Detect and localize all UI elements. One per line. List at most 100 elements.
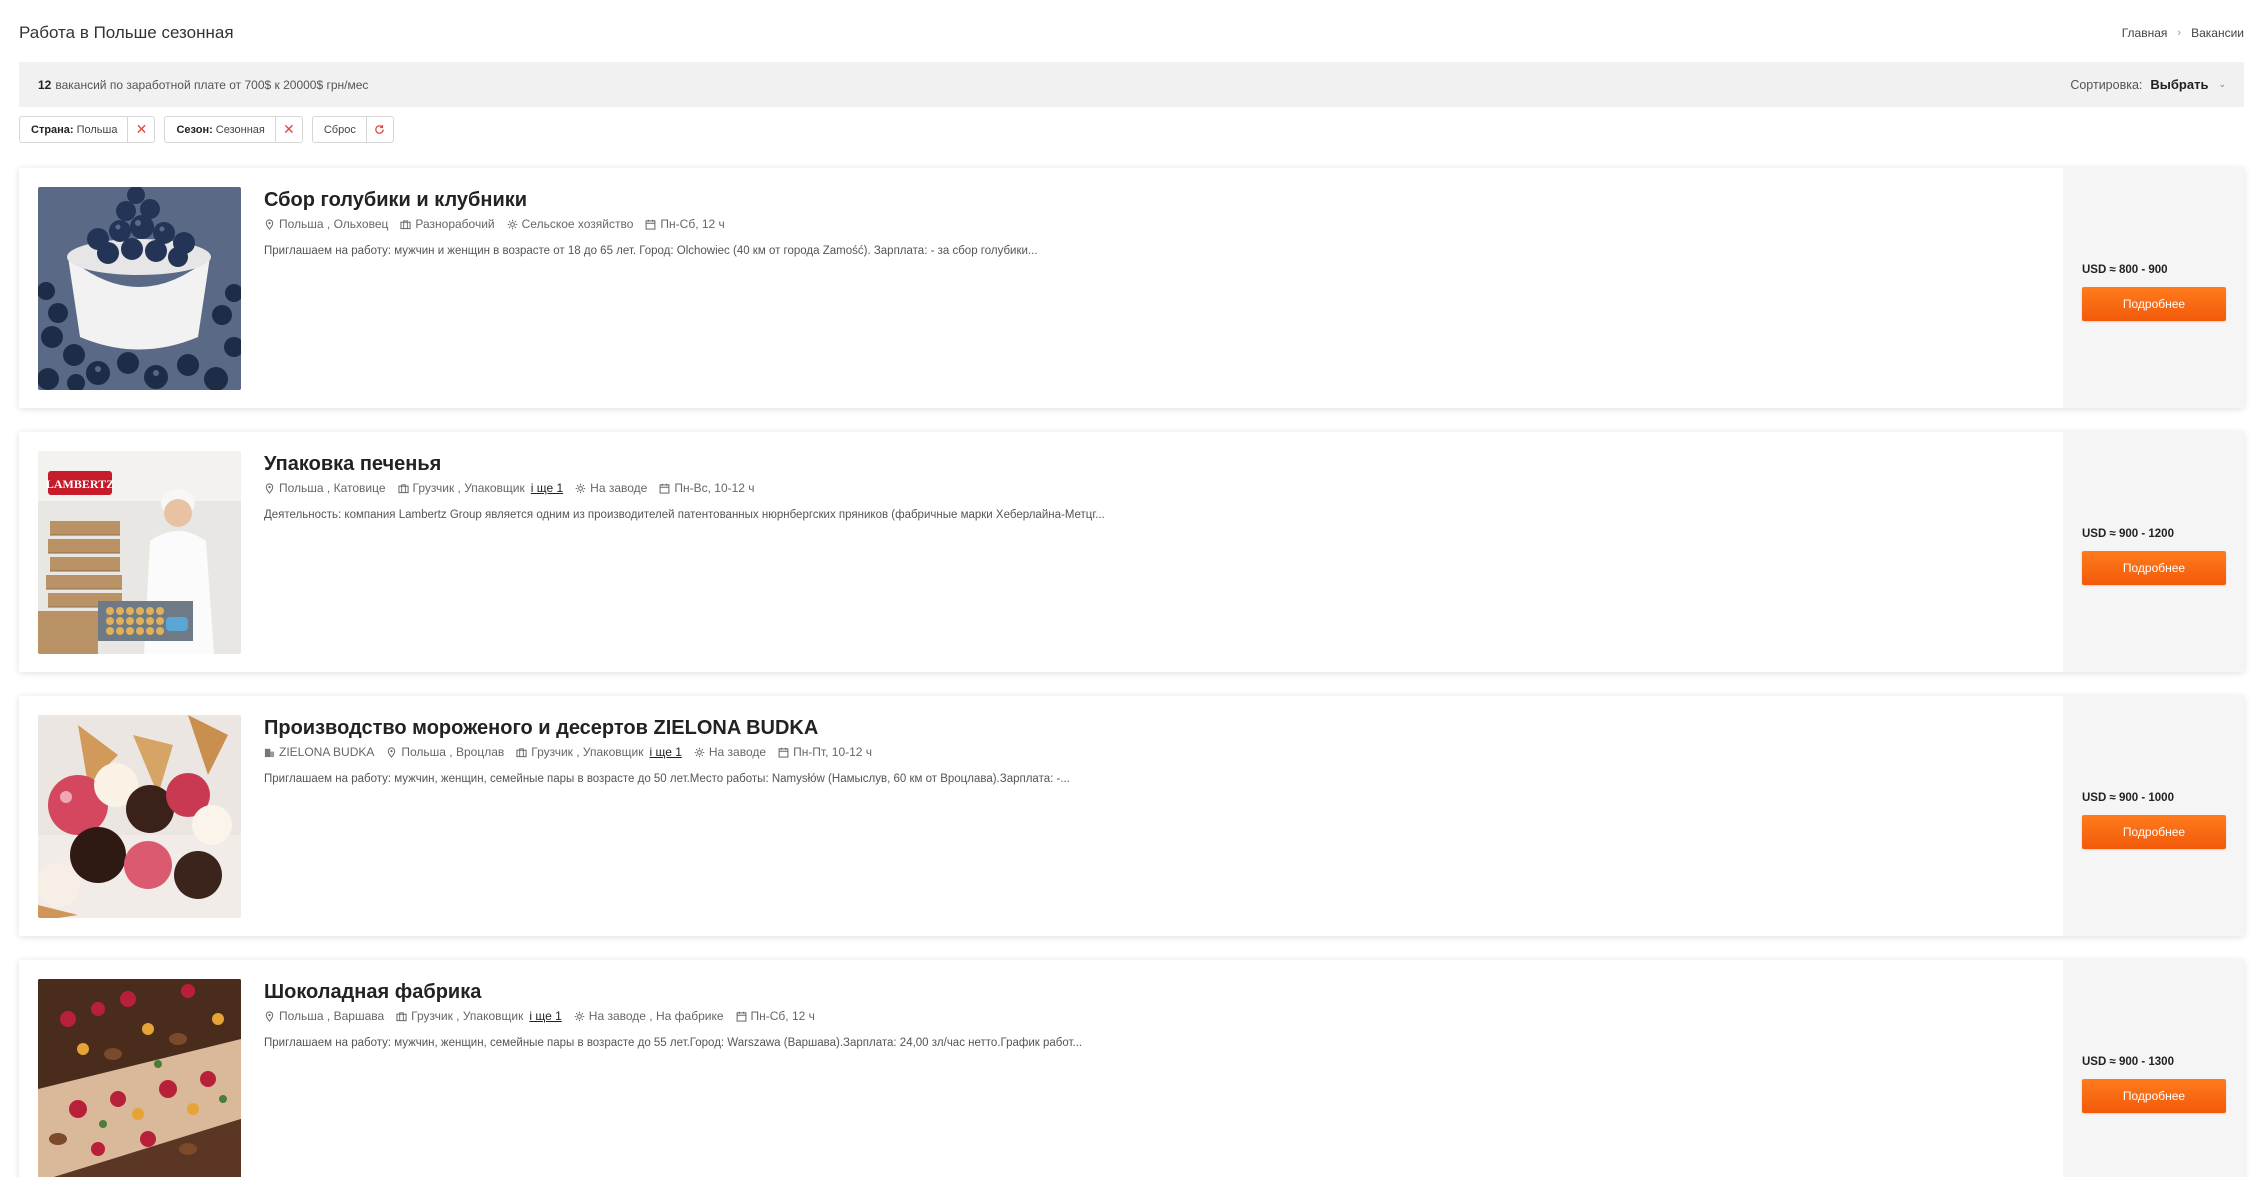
sort-dropdown[interactable]: Сортировка: Выбрать ⌄: [2070, 77, 2226, 92]
location-pin-icon: [388, 746, 396, 758]
vacancy-salary: USD ≈ 900 - 1000: [2082, 791, 2174, 804]
details-button[interactable]: Подробнее: [2082, 550, 2226, 585]
more-professions-link[interactable]: і ще 1: [531, 481, 563, 495]
vacancy-card: Производство мороженого и десертов ZIELO…: [19, 696, 2244, 936]
vacancy-title[interactable]: Производство мороженого и десертов ZIELO…: [264, 716, 1070, 740]
filter-value: Польша: [76, 123, 118, 136]
sort-value[interactable]: Выбрать: [2150, 77, 2208, 92]
topbar: Работа в Польше сезонная Главная › Вакан…: [19, 0, 2244, 62]
results-count: 12: [38, 77, 52, 92]
details-button[interactable]: Подробнее: [2082, 1078, 2226, 1113]
vacancy-profession: Грузчик , Упаковщик і ще 1: [516, 745, 682, 759]
vacancy-profession: Разнорабочий: [400, 217, 495, 231]
results-summary-bar: 12 вакансий по заработной плате от 700$ к…: [19, 62, 2244, 107]
vacancy-card-main: Производство мороженого и десертов ZIELO…: [19, 696, 2063, 936]
vacancy-sector: На заводе , На фабрике: [574, 1009, 724, 1023]
more-professions-link[interactable]: і ще 1: [649, 745, 681, 759]
filter-chip-label: Сезон: Сезонная: [165, 117, 274, 142]
vacancy-meta: ZIELONA BUDKA Польша , Вроцлав Грузчик ,…: [264, 745, 1070, 759]
calendar-icon: [736, 1011, 746, 1022]
blueberries-photo: [38, 187, 241, 390]
vacancy-card-main: Сбор голубики и клубники Польша , Ольхов…: [19, 168, 2063, 408]
vacancy-location: Польша , Катовице: [264, 481, 386, 495]
details-button[interactable]: Подробнее: [2082, 286, 2226, 321]
vacancy-title[interactable]: Упаковка печенья: [264, 452, 1105, 476]
vacancy-profession: Грузчик , Упаковщик і ще 1: [397, 481, 563, 495]
vacancy-title[interactable]: Шоколадная фабрика: [264, 980, 1082, 1004]
vacancy-title[interactable]: Сбор голубики и клубники: [264, 188, 1038, 212]
vacancy-profession: Грузчик , Упаковщик і ще 1: [396, 1009, 562, 1023]
vacancy-info: Производство мороженого и десертов ZIELO…: [241, 715, 1070, 917]
schedule-text: Пн-Сб, 12 ч: [660, 217, 725, 231]
page-title: Работа в Польше сезонная: [19, 23, 234, 42]
vacancy-company: ZIELONA BUDKA: [264, 745, 374, 759]
vacancy-image-lambertz[interactable]: LAMBERTZ: [38, 451, 241, 654]
vacancy-info: Шоколадная фабрика Польша , Варшава Груз…: [241, 979, 1082, 1177]
vacancy-meta: Польша , Катовице Грузчик , Упаковщик і …: [264, 481, 1105, 495]
vacancy-image-blueberries[interactable]: [38, 187, 241, 390]
building-icon: [264, 748, 275, 757]
vacancy-card-side: USD ≈ 900 - 1200 Подробнее: [2063, 432, 2244, 672]
filter-reset-button[interactable]: Сброс: [311, 116, 394, 143]
vacancy-meta: Польша , Варшава Грузчик , Упаковщик і щ…: [264, 1009, 1082, 1023]
location-text: Польша , Вроцлав: [401, 745, 505, 759]
vacancy-sector: Сельское хозяйство: [507, 217, 634, 231]
sector-text: Сельское хозяйство: [521, 217, 634, 231]
filter-key: Сезон:: [176, 123, 213, 136]
details-button[interactable]: Подробнее: [2082, 814, 2226, 849]
filter-chip-country: Страна: Польша ✕: [19, 116, 156, 143]
reset-label[interactable]: Сброс: [313, 117, 366, 142]
vacancy-image-chocolate[interactable]: [38, 979, 241, 1177]
refresh-icon: [375, 125, 385, 134]
briefcase-icon: [516, 747, 527, 757]
gear-icon: [574, 1011, 585, 1021]
vacancy-info: Сбор голубики и клубники Польша , Ольхов…: [241, 187, 1038, 389]
breadcrumb-home-link[interactable]: Главная: [2122, 26, 2168, 40]
breadcrumb: Главная › Вакансии: [2122, 26, 2244, 40]
ice-cream-cones-photo: [38, 715, 241, 918]
sector-text: На заводе: [590, 481, 648, 495]
vacancy-card: LAMBERTZ Упаковка печенья Польша , Катов…: [19, 432, 2244, 672]
breadcrumb-current-link[interactable]: Вакансии: [2191, 26, 2244, 40]
vacancy-salary: USD ≈ 900 - 1200: [2082, 527, 2174, 540]
vacancy-card-side: USD ≈ 900 - 1000 Подробнее: [2063, 696, 2244, 936]
sector-text: На заводе: [708, 745, 767, 759]
location-pin-icon: [265, 1010, 274, 1022]
lambertz-logo: LAMBERTZ: [46, 477, 114, 491]
close-icon[interactable]: ✕: [127, 117, 154, 142]
vacancy-card-side: USD ≈ 900 - 1300 Подробнее: [2063, 960, 2244, 1177]
schedule-text: Пн-Пт, 10-12 ч: [793, 745, 873, 759]
vacancy-sector: На заводе: [694, 745, 766, 759]
page: Работа в Польше сезонная Главная › Вакан…: [0, 0, 2266, 1177]
location-text: Польша , Катовице: [279, 481, 386, 495]
calendar-icon: [778, 747, 789, 758]
reset-icon[interactable]: [365, 117, 393, 142]
vacancy-image-ice-cream[interactable]: [38, 715, 241, 918]
chevron-down-icon: ⌄: [2218, 79, 2226, 89]
calendar-icon: [646, 219, 656, 230]
profession-text: Разнорабочий: [415, 217, 495, 231]
vacancy-salary: USD ≈ 800 - 900: [2082, 263, 2168, 276]
filter-chip-label: Страна: Польша: [20, 117, 127, 142]
results-summary: 12 вакансий по заработной плате от 700$ к…: [38, 78, 368, 92]
profession-text: Грузчик , Упаковщик: [411, 1009, 524, 1023]
briefcase-icon: [397, 483, 409, 493]
vacancy-schedule: Пн-Сб, 12 ч: [736, 1009, 815, 1023]
vacancy-info: Упаковка печенья Польша , Катовице Грузч…: [241, 451, 1105, 653]
vacancy-card-main: Шоколадная фабрика Польша , Варшава Груз…: [19, 960, 2063, 1177]
vacancy-sector: На заводе: [575, 481, 647, 495]
briefcase-icon: [396, 1011, 407, 1021]
profession-text: Грузчик , Упаковщик: [412, 481, 525, 495]
more-professions-link[interactable]: і ще 1: [529, 1009, 561, 1023]
gear-icon: [507, 219, 517, 229]
vacancy-card: Сбор голубики и клубники Польша , Ольхов…: [19, 168, 2244, 408]
location-pin-icon: [265, 218, 274, 230]
calendar-icon: [659, 483, 670, 494]
close-icon[interactable]: ✕: [274, 117, 302, 142]
sector-text: На заводе , На фабрике: [588, 1009, 724, 1023]
location-pin-icon: [265, 482, 274, 494]
company-text: ZIELONA BUDKA: [279, 745, 375, 759]
vacancy-location: Польша , Варшава: [264, 1009, 384, 1023]
results-summary-text: вакансий по заработной плате от 700$ к 2…: [55, 77, 369, 92]
vacancy-meta: Польша , Ольховец Разнорабочий Сельское …: [264, 217, 1038, 231]
